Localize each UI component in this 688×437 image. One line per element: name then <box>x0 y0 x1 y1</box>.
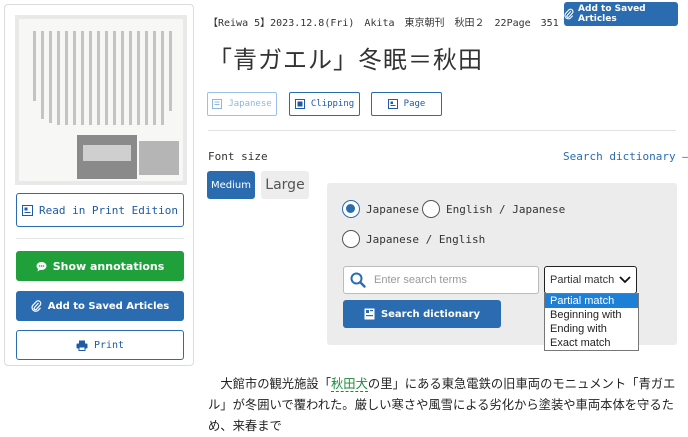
tab-clipping[interactable]: Clipping <box>289 92 360 116</box>
dictionary-search-box <box>343 266 539 294</box>
article-sidebar: Read in Print Edition Show annotations A… <box>4 4 194 366</box>
show-annotations-button[interactable]: Show annotations <box>16 251 184 281</box>
printer-icon <box>76 340 88 351</box>
match-type-select[interactable]: Partial match <box>544 266 637 294</box>
dropdown-option[interactable]: Ending with <box>545 322 638 336</box>
dropdown-option[interactable]: Exact match <box>545 336 638 350</box>
tab-clipping-label: Clipping <box>310 99 355 109</box>
header-add-to-saved-articles-button[interactable]: Add to Saved Articles <box>564 2 678 26</box>
match-type-selected: Partial match <box>550 274 615 286</box>
annotated-keyword[interactable]: 秋田犬 <box>331 377 368 392</box>
radio-japanese-label: Japanese <box>366 202 419 216</box>
radio-dot <box>422 200 440 218</box>
speech-bubble-icon <box>36 261 47 271</box>
radio-japanese[interactable]: Japanese <box>342 200 419 218</box>
dictionary-search-input[interactable] <box>372 273 532 287</box>
print-edition-thumbnail[interactable] <box>15 15 187 185</box>
page-icon <box>387 99 398 109</box>
show-annotations-label: Show annotations <box>52 259 165 273</box>
font-size-label: Font size <box>208 150 268 163</box>
dictionary-book-icon <box>364 308 375 320</box>
radio-english-japanese-label: English / Japanese <box>446 202 566 216</box>
font-size-large-button[interactable]: Large <box>261 171 309 199</box>
search-dictionary-toggle[interactable]: Search dictionary ― <box>563 150 688 163</box>
tab-japanese-label: Japanese <box>228 99 272 109</box>
newspaper-scan <box>19 19 183 181</box>
search-dictionary-button-label: Search dictionary <box>380 308 481 320</box>
article-title: 「青ガエル」冬眠＝秋田 <box>208 46 483 74</box>
add-to-saved-articles-button[interactable]: Add to Saved Articles <box>16 291 184 321</box>
newspaper-photo-small <box>139 141 179 175</box>
add-to-saved-articles-label: Add to Saved Articles <box>47 300 170 312</box>
match-type-dropdown: Partial match Beginning with Ending with… <box>544 293 639 351</box>
chevron-down-icon <box>619 276 631 284</box>
header-add-to-saved-label: Add to Saved Articles <box>578 4 646 24</box>
paperclip-icon <box>31 300 42 312</box>
newspaper-photo <box>77 135 137 179</box>
radio-japanese-english[interactable]: Japanese / English <box>342 230 485 248</box>
radio-dot <box>342 230 360 248</box>
dropdown-option[interactable]: Beginning with <box>545 308 638 322</box>
tab-page-label: Page <box>403 99 426 109</box>
document-icon <box>212 99 223 109</box>
font-size-medium-button[interactable]: Medium <box>207 171 255 199</box>
print-button[interactable]: Print <box>16 330 184 360</box>
tab-page[interactable]: Page <box>371 92 442 116</box>
radio-japanese-english-label: Japanese / English <box>366 232 486 246</box>
radio-english-japanese[interactable]: English / Japanese <box>422 200 565 218</box>
clipping-icon <box>294 99 305 109</box>
article-text: 大館市の観光施設「 <box>220 377 331 391</box>
search-icon <box>344 272 372 288</box>
article-meta: 【Reiwa 5】2023.12.8(Fri) Akita 東京朝刊 秋田２ 2… <box>208 18 559 29</box>
newspaper-icon <box>21 204 33 216</box>
search-dictionary-button[interactable]: Search dictionary <box>343 300 501 328</box>
article-body: 大館市の観光施設「秋田犬の里」にある東急電鉄の旧車両のモニュメント「青ガエル」が… <box>208 374 678 437</box>
divider <box>16 238 184 239</box>
radio-dot <box>342 200 360 218</box>
section-divider <box>208 130 676 131</box>
dropdown-option[interactable]: Partial match <box>545 294 638 308</box>
print-label: Print <box>93 339 125 351</box>
read-print-edition-label: Read in Print Edition <box>38 203 179 217</box>
tab-japanese[interactable]: Japanese <box>207 92 277 116</box>
paperclip-icon <box>564 8 574 20</box>
read-print-edition-button[interactable]: Read in Print Edition <box>16 193 184 227</box>
